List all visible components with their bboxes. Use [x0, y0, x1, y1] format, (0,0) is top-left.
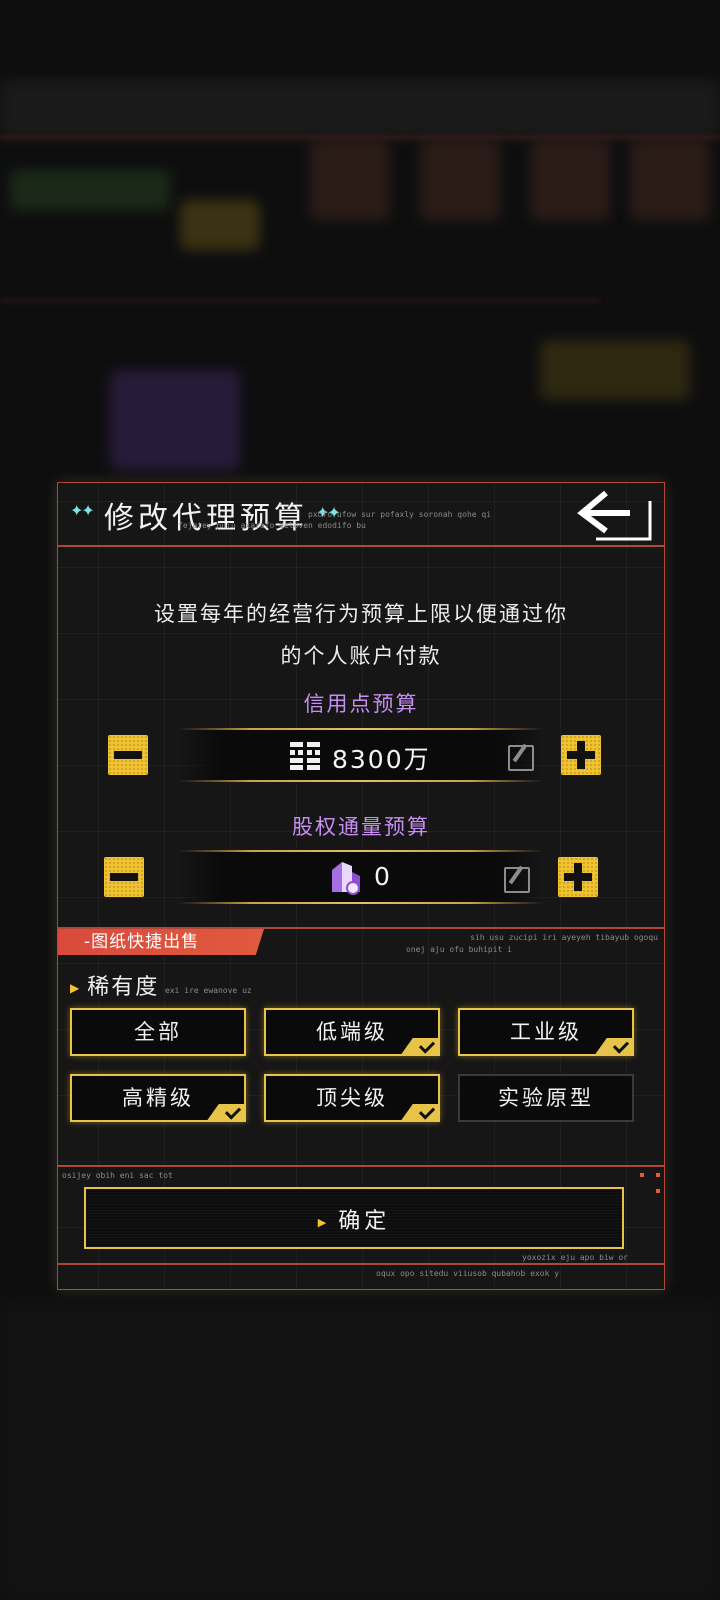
equity-crystal-icon [332, 862, 360, 895]
equity-budget-value: 0 [374, 862, 392, 891]
decor-dot [656, 1173, 660, 1177]
edit-icon[interactable] [508, 745, 534, 771]
quick-sell-tag: -图纸快捷出售 [58, 929, 264, 955]
footer-bar: oqux opo sitedu viiusob qubahob exok y [58, 1263, 664, 1278]
budget-dialog: ✦✦ 修改代理预算 ✦✦ pxofo ufow sur pofaxly soro… [57, 482, 665, 1290]
credit-budget-value: 8300万 [332, 745, 431, 774]
description-line: 的个人账户付款 [280, 644, 442, 668]
back-arrow-icon [577, 490, 652, 541]
footer-note: yoxozix eju apo biw or [522, 1253, 628, 1262]
header-subtitle: fejatey puiu axarafo deloven edodifo bu [178, 521, 366, 530]
option-label: 低端级 [316, 1020, 388, 1044]
rarity-note: exi ire ewanove uz [165, 986, 252, 995]
minus-icon [110, 873, 138, 881]
option-label: 顶尖级 [316, 1086, 388, 1110]
edit-icon[interactable] [504, 867, 530, 893]
option-label: 高精级 [122, 1086, 194, 1110]
equity-increase-button[interactable] [558, 857, 598, 897]
equity-budget-field[interactable]: 0 [178, 850, 544, 904]
back-button[interactable] [576, 489, 654, 541]
rarity-option-top-tier[interactable]: 顶尖级 [264, 1074, 440, 1122]
description: 设置每年的经营行为预算上限以便通过你 的个人账户付款 [58, 593, 664, 677]
dialog-title: 修改代理预算 [104, 501, 308, 536]
confirm-button[interactable]: ▶ 确定 [84, 1187, 624, 1249]
rarity-option-all[interactable]: 全部 [70, 1008, 246, 1056]
header-subtitle: pxofo ufow sur pofaxly soronah qohe qi [308, 510, 492, 519]
credit-decrease-button[interactable] [108, 735, 148, 775]
confirm-section: osijey obih eni sac tot ▶ 确定 yoxozix eju … [58, 1165, 664, 1262]
equity-budget-label: 股权通量预算 [292, 815, 430, 839]
section-note: onej aju ofu buhipit i [406, 945, 512, 954]
decor-dot [656, 1189, 660, 1193]
minus-icon [114, 751, 142, 759]
triangle-icon: ▶ [317, 1215, 331, 1229]
checkmark-icon [400, 1038, 440, 1056]
option-label: 工业级 [510, 1020, 582, 1044]
rarity-label: 稀有度 [87, 975, 160, 1000]
rarity-option-prototype[interactable]: 实验原型 [458, 1074, 634, 1122]
checkmark-icon [400, 1104, 440, 1122]
footer-note: osijey obih eni sac tot [62, 1171, 173, 1180]
footer-note: oqux opo sitedu viiusob qubahob exok y [376, 1269, 560, 1278]
description-line: 设置每年的经营行为预算上限以便通过你 [154, 602, 568, 626]
credit-chip-icon [290, 742, 320, 770]
credit-budget-label: 信用点预算 [303, 692, 419, 716]
checkmark-icon [206, 1104, 246, 1122]
equity-decrease-button[interactable] [104, 857, 144, 897]
sparkle-icon: ✦✦ [70, 501, 95, 520]
section-note: sih usu zucipi iri ayeyeh tibayub ogoqu [470, 933, 658, 942]
rarity-option-high-precision[interactable]: 高精级 [70, 1074, 246, 1122]
credit-budget-field[interactable]: 8300万 [178, 728, 544, 782]
quick-sell-section: -图纸快捷出售 sih usu zucipi iri ayeyeh tibayu… [58, 927, 664, 1122]
triangle-icon: ▶ [70, 981, 82, 995]
dialog-header: ✦✦ 修改代理预算 ✦✦ pxofo ufow sur pofaxly soro… [58, 483, 664, 547]
rarity-option-low-end[interactable]: 低端级 [264, 1008, 440, 1056]
decor-dot [640, 1173, 644, 1177]
checkmark-icon [594, 1038, 634, 1056]
credit-increase-button[interactable] [561, 735, 601, 775]
rarity-heading: ▶ 稀有度 [70, 969, 159, 1001]
option-label: 实验原型 [498, 1086, 594, 1110]
option-label: 全部 [134, 1020, 182, 1044]
confirm-label: 确定 [338, 1209, 391, 1234]
rarity-option-industrial[interactable]: 工业级 [458, 1008, 634, 1056]
